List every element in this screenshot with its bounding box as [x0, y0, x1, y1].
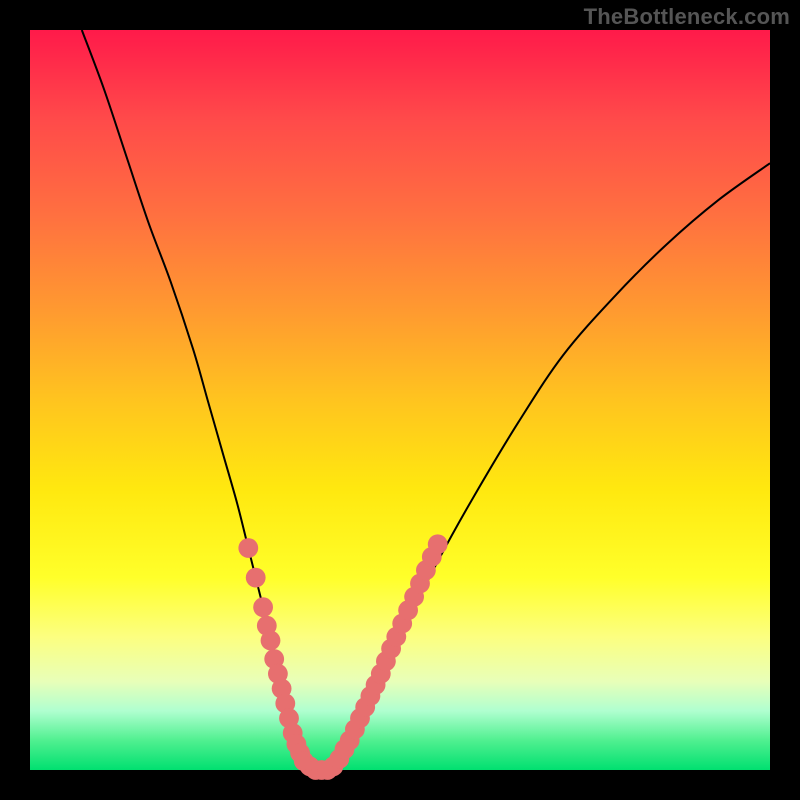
data-marker	[246, 568, 266, 588]
curve-layer	[82, 30, 770, 773]
chart-frame: TheBottleneck.com	[0, 0, 800, 800]
watermark-text: TheBottleneck.com	[584, 4, 790, 30]
data-marker	[428, 534, 448, 554]
chart-svg	[30, 30, 770, 770]
bottleneck-curve	[82, 30, 770, 773]
data-marker	[261, 631, 281, 651]
marker-layer	[238, 534, 447, 779]
data-marker	[238, 538, 258, 558]
data-marker	[253, 597, 273, 617]
